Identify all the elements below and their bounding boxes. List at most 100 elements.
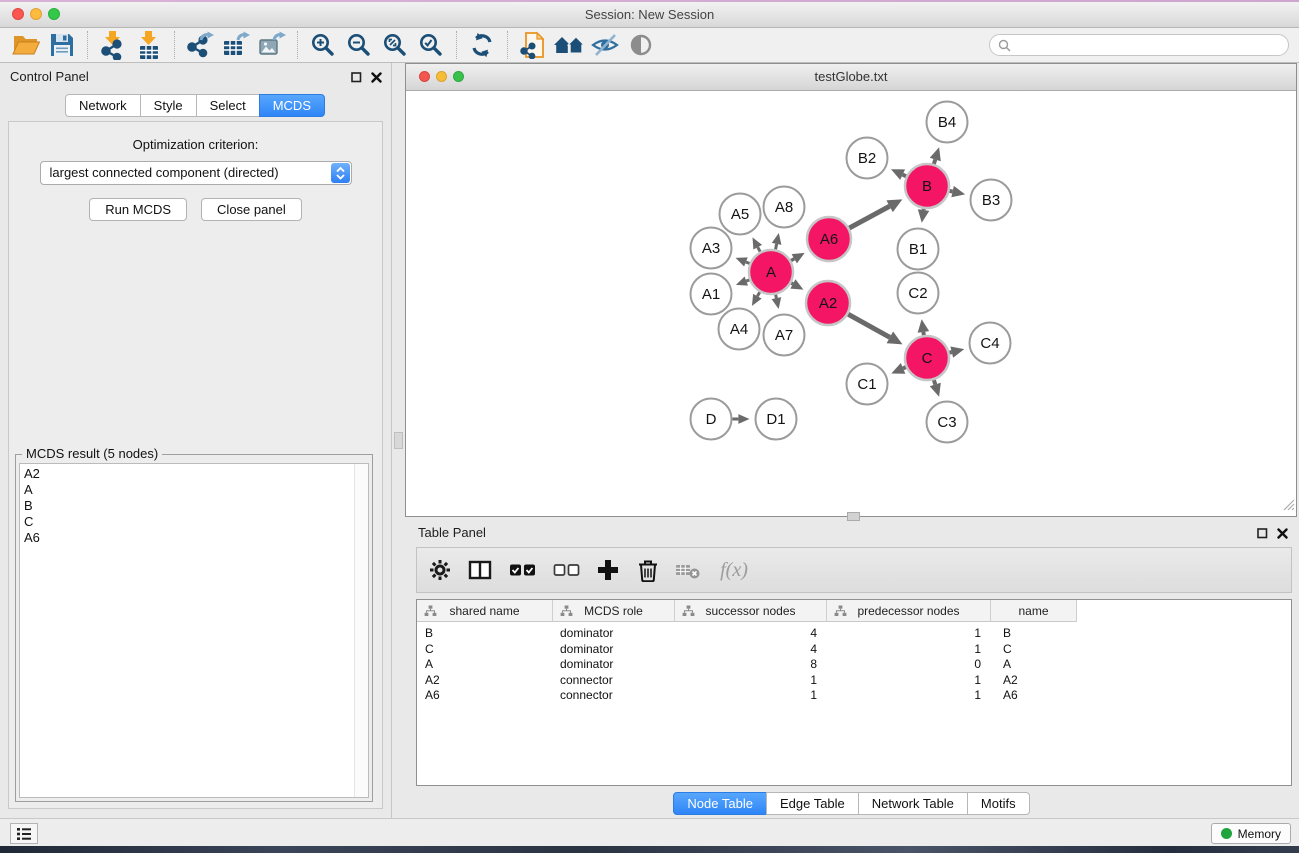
graph-edge-A-A4[interactable] — [757, 292, 759, 296]
float-panel-icon[interactable] — [351, 70, 362, 88]
mcds-result-list[interactable]: A2ABCA6 — [19, 463, 369, 798]
resize-grip-icon[interactable] — [1282, 498, 1295, 516]
table-cell[interactable]: C — [991, 642, 1077, 658]
tab-select[interactable]: Select — [196, 94, 260, 117]
table-row[interactable]: Bdominator41B — [417, 626, 1291, 642]
list-scrollbar[interactable] — [354, 464, 368, 797]
column-header-predecessor-nodes[interactable]: predecessor nodes — [827, 600, 991, 622]
show-all-icon[interactable] — [623, 30, 659, 61]
zoom-out-icon[interactable] — [341, 30, 377, 61]
mcds-result-item[interactable]: B — [20, 498, 368, 514]
tab-motifs[interactable]: Motifs — [967, 792, 1030, 815]
table-cell[interactable]: A — [417, 657, 553, 673]
float-panel-icon[interactable] — [1257, 526, 1268, 544]
copy-network-icon[interactable] — [515, 30, 551, 61]
graph-edge-A6-B[interactable] — [849, 206, 889, 228]
tab-style[interactable]: Style — [140, 94, 197, 117]
graph-edge-C-C4[interactable] — [949, 352, 951, 353]
zoom-fit-icon[interactable] — [377, 30, 413, 61]
select-all-icon[interactable] — [507, 556, 537, 584]
tab-edge-table[interactable]: Edge Table — [766, 792, 859, 815]
split-columns-icon[interactable] — [467, 556, 493, 584]
table-cell[interactable]: 1 — [827, 626, 991, 642]
table-cell[interactable]: 4 — [675, 642, 827, 658]
close-panel-icon[interactable] — [1277, 526, 1288, 544]
table-cell[interactable]: 8 — [675, 657, 827, 673]
table-cell[interactable]: 4 — [675, 626, 827, 642]
graph-edge-A-A8[interactable] — [776, 244, 777, 250]
column-header-shared-name[interactable]: shared name — [417, 600, 553, 622]
clear-selection-icon[interactable] — [551, 556, 581, 584]
table-cell[interactable]: dominator — [553, 642, 675, 658]
column-header-mcds-role[interactable]: MCDS role — [553, 600, 675, 622]
graph-edge-A-A6[interactable] — [791, 259, 794, 261]
table-cell[interactable]: connector — [553, 688, 675, 704]
mcds-result-item[interactable]: A — [20, 482, 368, 498]
equation-builder-icon[interactable]: f(x) — [715, 556, 753, 584]
table-row[interactable]: A2connector11A2 — [417, 673, 1291, 689]
zoom-in-icon[interactable] — [305, 30, 341, 61]
graph-edge-C-C1[interactable] — [903, 367, 906, 368]
table-cell[interactable]: 1 — [827, 642, 991, 658]
network-titlebar[interactable]: testGlobe.txt — [406, 64, 1296, 91]
panel-splitter-handle[interactable] — [394, 432, 403, 449]
add-column-icon[interactable] — [595, 556, 621, 584]
column-header-name[interactable]: name — [991, 600, 1077, 622]
table-cell[interactable]: dominator — [553, 626, 675, 642]
select-spinner-icon[interactable] — [331, 163, 350, 183]
table-cell[interactable]: A2 — [417, 673, 553, 689]
graph-edge-A-A3[interactable] — [746, 262, 750, 263]
network-canvas[interactable]: AA1A2A3A4A5A6A7A8BB1B2B3B4CC1C2C3C4DD1 — [406, 91, 1296, 517]
task-history-button[interactable] — [10, 823, 38, 844]
maximize-window-icon[interactable] — [48, 8, 60, 20]
delete-column-icon[interactable] — [635, 556, 661, 584]
save-session-icon[interactable] — [44, 30, 80, 61]
column-options-icon[interactable] — [427, 556, 453, 584]
table-cell[interactable]: B — [991, 626, 1077, 642]
table-cell[interactable]: A6 — [417, 688, 553, 704]
table-cell[interactable]: connector — [553, 673, 675, 689]
home-views-icon[interactable] — [551, 30, 587, 61]
network-close-icon[interactable] — [419, 71, 430, 82]
graph-edge-B-B2[interactable] — [903, 175, 907, 177]
table-cell[interactable]: 1 — [827, 673, 991, 689]
memory-button[interactable]: Memory — [1211, 823, 1291, 844]
minimize-window-icon[interactable] — [30, 8, 42, 20]
delete-table-icon[interactable] — [675, 556, 701, 584]
table-cell[interactable]: A2 — [991, 673, 1077, 689]
table-cell[interactable]: 1 — [827, 688, 991, 704]
graph-edge-A2-C[interactable] — [848, 314, 890, 337]
open-session-icon[interactable] — [8, 30, 44, 61]
mcds-result-item[interactable]: A6 — [20, 530, 368, 546]
hide-selected-icon[interactable] — [587, 30, 623, 61]
table-cell[interactable]: A — [991, 657, 1077, 673]
tab-mcds[interactable]: MCDS — [259, 94, 325, 117]
table-row[interactable]: Cdominator41C — [417, 642, 1291, 658]
table-row[interactable]: A6connector11A6 — [417, 688, 1291, 704]
criterion-select[interactable]: largest connected component (directed) — [40, 161, 352, 185]
table-cell[interactable]: 1 — [675, 688, 827, 704]
mcds-result-item[interactable]: A2 — [20, 466, 368, 482]
run-mcds-button[interactable]: Run MCDS — [89, 198, 187, 221]
search-input[interactable] — [989, 34, 1289, 56]
table-row[interactable]: Adominator80A — [417, 657, 1291, 673]
node-table[interactable]: shared nameMCDS rolesuccessor nodesprede… — [416, 599, 1292, 786]
graph-edge-A-A7[interactable] — [776, 295, 777, 299]
graph-edge-A-A1[interactable] — [746, 280, 749, 281]
network-maximize-icon[interactable] — [453, 71, 464, 82]
network-minimize-icon[interactable] — [436, 71, 447, 82]
table-cell[interactable]: 0 — [827, 657, 991, 673]
graph-edge-A-A2[interactable] — [791, 283, 793, 284]
main-titlebar[interactable]: Session: New Session — [0, 2, 1299, 28]
close-panel-button[interactable]: Close panel — [201, 198, 302, 221]
graph-edge-B-B4[interactable] — [934, 160, 935, 165]
close-window-icon[interactable] — [12, 8, 24, 20]
table-cell[interactable]: 1 — [675, 673, 827, 689]
graph-edge-C-C3[interactable] — [934, 380, 935, 385]
table-cell[interactable]: A6 — [991, 688, 1077, 704]
column-header-successor-nodes[interactable]: successor nodes — [675, 600, 827, 622]
graph-edge-B-B3[interactable] — [949, 191, 952, 192]
import-network-icon[interactable] — [95, 30, 131, 61]
tab-network-table[interactable]: Network Table — [858, 792, 968, 815]
export-network-icon[interactable] — [182, 30, 218, 61]
